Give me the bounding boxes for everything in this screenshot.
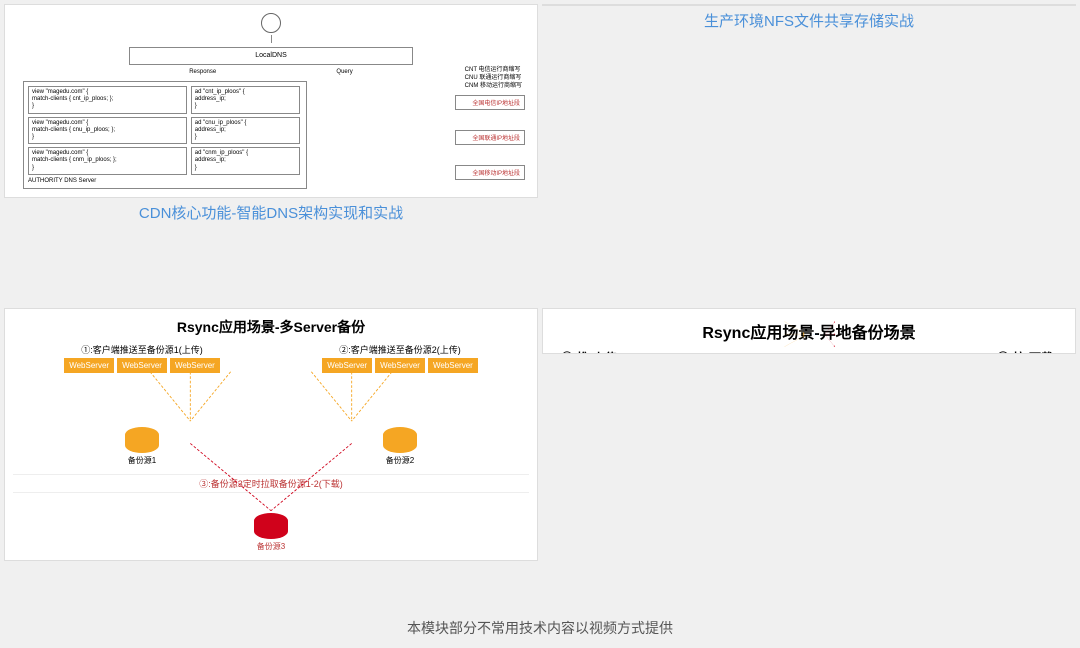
pull-label: ③:拉(下载) xyxy=(997,349,1057,354)
panel2-caption: 生产环境NFS文件共享存储实战 xyxy=(542,6,1076,35)
panel-nfs: umount 172.16.1.31:/data /xx && mount -t… xyxy=(542,4,1076,304)
footer-note: 本模块部分不常用技术内容以视频方式提供 xyxy=(4,612,1076,644)
db-icon xyxy=(125,427,159,453)
db-icon xyxy=(383,427,417,453)
panel-rsync-remote: Rsync应用场景-异地备份场景 ①:推(上传) ③:拉(下载) WebServ… xyxy=(542,308,1076,608)
p3-title: Rsync应用场景-多Server备份 xyxy=(13,317,529,337)
panel-rsync-multi: Rsync应用场景-多Server备份 ①:客户端推送至备份源1(上传) Web… xyxy=(4,308,538,608)
tag-list: 全国电信IP地址段 全国联通IP地址段 全国移动IP地址段 xyxy=(455,95,525,198)
query-label: Query xyxy=(336,69,352,75)
push-label: ①:推(上传) xyxy=(561,349,621,354)
dns-container: view "magedu.com" { match-clients { cnt_… xyxy=(23,81,307,189)
user-icon xyxy=(261,13,281,33)
p4-title: Rsync应用场景-异地备份场景 xyxy=(553,319,1065,343)
panel1-caption: CDN核心功能-智能DNS架构实现和实战 xyxy=(4,198,538,227)
legend-text: CNT 电信运行商缩写 CNU 联通运行商缩写 CNM 移动运行商缩写 xyxy=(465,67,522,90)
localdns-box: LocalDNS xyxy=(129,47,413,65)
response-label: Response xyxy=(189,69,216,75)
db-icon-red xyxy=(254,513,288,539)
panel-cdn: LocalDNS Response Query CNT 电信运行商缩写 CNU … xyxy=(4,4,538,304)
authority-label: AUTHORITY DNS Server xyxy=(28,178,302,184)
